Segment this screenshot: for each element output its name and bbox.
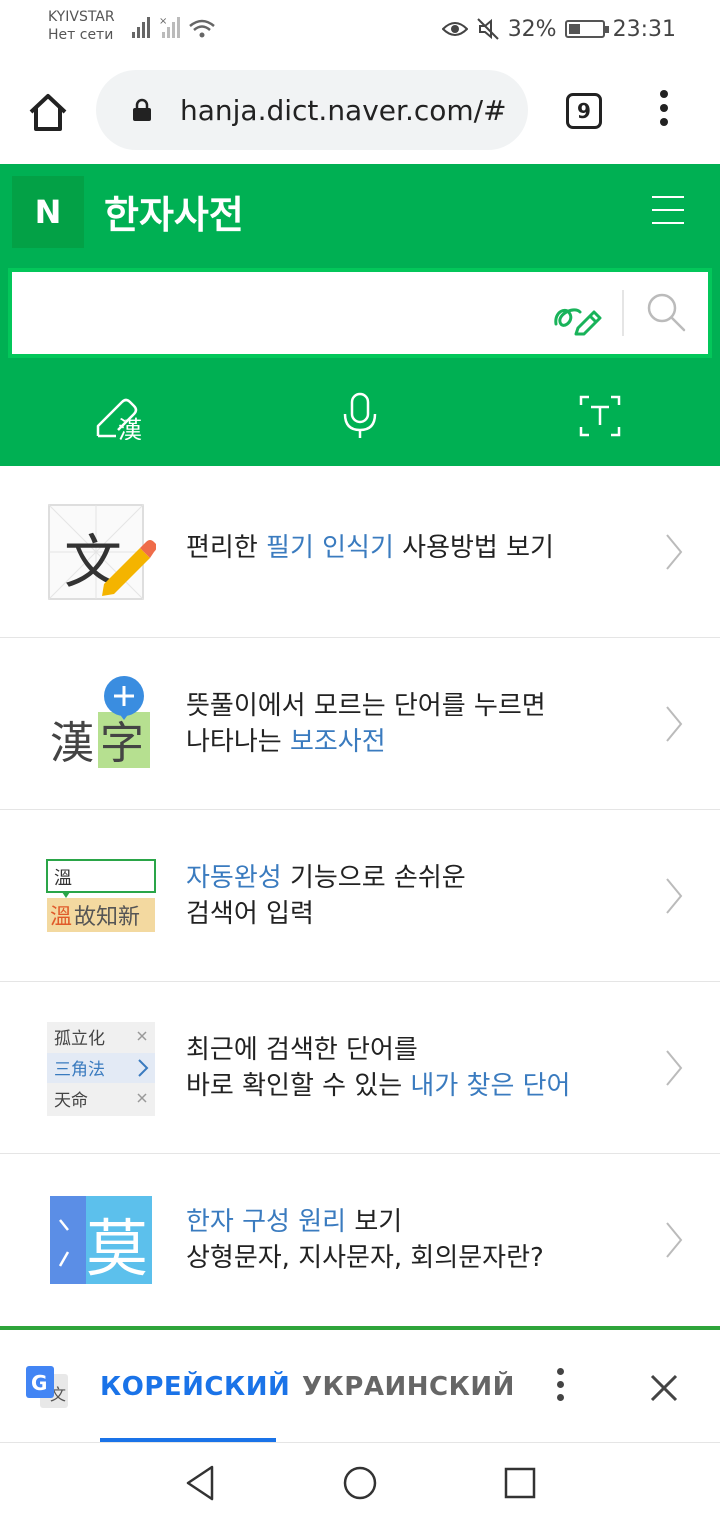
- close-icon[interactable]: [646, 1370, 682, 1406]
- microphone-icon[interactable]: [342, 392, 378, 440]
- text-scan-icon[interactable]: [579, 395, 621, 437]
- chevron-right-icon: [666, 1222, 683, 1258]
- chevron-right-icon: [666, 706, 683, 742]
- svg-text:故知新: 故知新: [74, 905, 140, 930]
- list-item[interactable]: 孤立化 三角法 天命 최근에 검색한 단어를 바로 확인할 수 있는 내가 찾은…: [0, 982, 720, 1154]
- battery-icon: [564, 20, 609, 38]
- carrier-info: KYIVSTAR Нет сети: [48, 8, 115, 44]
- handwriting-tool[interactable]: 漢: [0, 366, 240, 466]
- status-bar: KYIVSTAR Нет сети × 32% 23:31: [0, 0, 720, 60]
- list-item[interactable]: 漢 字 뜻풀이에서 모르는 단어를 누르면 나타나는 보조사전: [0, 638, 720, 810]
- clock: 23:31: [612, 16, 676, 42]
- system-nav-bar: [0, 1442, 720, 1520]
- address-bar[interactable]: hanja.dict.naver.com/#: [96, 70, 528, 150]
- browser-menu-icon[interactable]: [654, 90, 674, 130]
- sub-dictionary-image: 漢 字: [50, 676, 150, 769]
- svg-text:×: ×: [159, 16, 167, 27]
- svg-text:溫: 溫: [50, 905, 72, 930]
- chevron-right-icon: [666, 534, 683, 570]
- search-divider: [622, 290, 624, 336]
- tool-hanja-label: 漢: [118, 416, 142, 440]
- search-tools: 漢: [0, 366, 720, 466]
- text-recognition-tool[interactable]: [480, 366, 720, 466]
- feature-text: 자동완성 기능으로 손쉬운 검색어 입력: [186, 863, 466, 929]
- list-item[interactable]: 莫 한자 구성 원리 보기 상형문자, 지사문자, 회의문자란?: [0, 1154, 720, 1326]
- home-icon[interactable]: [26, 90, 70, 134]
- home-nav-icon[interactable]: [340, 1463, 380, 1503]
- carrier-name: KYIVSTAR: [48, 9, 115, 25]
- svg-text:三角法: 三角法: [54, 1060, 105, 1080]
- feature-text: 한자 구성 원리 보기 상형문자, 지사문자, 회의문자란?: [186, 1207, 544, 1273]
- eye-icon: [441, 22, 468, 36]
- tab-switcher-button[interactable]: 9: [566, 93, 602, 129]
- mute-icon: [476, 18, 499, 40]
- svg-text:孤立化: 孤立化: [54, 1029, 105, 1049]
- signal-icon: ×: [132, 16, 215, 38]
- svg-text:莫: 莫: [86, 1212, 148, 1285]
- autocomplete-image: 溫 溫 故知新: [46, 859, 156, 932]
- chevron-right-icon: [666, 1050, 683, 1086]
- target-language-tab[interactable]: УКРАИНСКИЙ: [302, 1372, 515, 1402]
- handwriting-demo-image: 文: [48, 504, 156, 600]
- browser-toolbar: hanja.dict.naver.com/# 9: [0, 60, 720, 164]
- translate-menu-icon[interactable]: [552, 1368, 568, 1408]
- status-right: 32% 23:31: [441, 14, 676, 44]
- lock-icon[interactable]: [132, 98, 152, 122]
- page-title[interactable]: 한자사전: [104, 184, 244, 239]
- feature-text: 편리한 필기 인식기 사용방법 보기: [186, 533, 554, 563]
- svg-text:溫: 溫: [54, 868, 72, 889]
- network-status: Нет сети: [48, 27, 114, 43]
- eraser-hanja-icon[interactable]: 漢: [96, 392, 144, 440]
- chevron-right-icon: [666, 878, 683, 914]
- svg-text:字: 字: [100, 718, 144, 769]
- svg-text:漢: 漢: [50, 718, 94, 769]
- svg-text:G: G: [31, 1371, 47, 1395]
- search-icon[interactable]: [646, 292, 686, 332]
- recent-words-image: 孤立化 三角法 天命: [47, 1022, 155, 1116]
- google-translate-icon[interactable]: 文 G: [24, 1364, 70, 1410]
- list-item[interactable]: 溫 溫 故知新 자동완성 기능으로 손쉬운 검색어 입력: [0, 810, 720, 982]
- svg-text:天命: 天命: [54, 1091, 88, 1111]
- hamburger-menu-icon[interactable]: [652, 196, 684, 228]
- feature-list: 文 편리한 필기 인식기 사용방법 보기 漢 字 뜻풀이에서 모르는 단어를 누…: [0, 466, 720, 1326]
- hanja-principle-image: 莫: [50, 1196, 152, 1285]
- naver-logo[interactable]: N: [12, 176, 84, 248]
- feature-text: 최근에 검색한 단어를 바로 확인할 수 있는 내가 찾은 단어: [186, 1035, 571, 1101]
- translate-bar: 文 G КОРЕЙСКИЙ УКРАИНСКИЙ: [0, 1326, 720, 1442]
- handwriting-pen-icon[interactable]: [552, 292, 602, 336]
- source-language-tab[interactable]: КОРЕЙСКИЙ: [100, 1372, 290, 1402]
- url-text[interactable]: hanja.dict.naver.com/#: [180, 94, 507, 127]
- recents-icon[interactable]: [500, 1463, 540, 1503]
- feature-text: 뜻풀이에서 모르는 단어를 누르면 나타나는 보조사전: [186, 691, 546, 757]
- back-icon[interactable]: [180, 1463, 220, 1503]
- battery-percent: 32%: [507, 16, 557, 42]
- search-box: [8, 268, 712, 358]
- list-item[interactable]: 文 편리한 필기 인식기 사용방법 보기: [0, 466, 720, 638]
- search-input[interactable]: [24, 290, 544, 338]
- site-header: N 한자사전: [0, 164, 720, 260]
- voice-search-tool[interactable]: [240, 366, 480, 466]
- search-area: [0, 260, 720, 366]
